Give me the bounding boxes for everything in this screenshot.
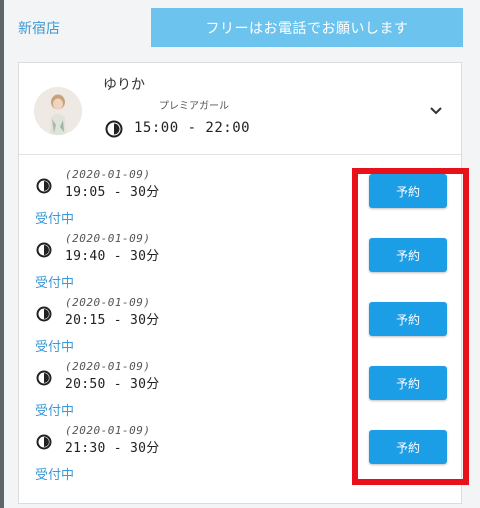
clock-icon	[36, 370, 52, 386]
reserve-button[interactable]: 予約	[369, 366, 447, 400]
reserve-button[interactable]: 予約	[369, 238, 447, 272]
slot-status: 受付中	[35, 276, 75, 291]
slot-status: 受付中	[35, 404, 75, 419]
slot-status: 受付中	[35, 340, 75, 355]
time-slot: (2020-01-09) 19:05 - 30分 受付中 予約	[19, 163, 461, 227]
clock-icon	[105, 120, 123, 138]
reserve-button[interactable]: 予約	[369, 430, 447, 464]
slot-date: (2020-01-09)	[65, 296, 151, 309]
avatar	[34, 87, 82, 135]
slot-time: 20:15 - 30分	[65, 313, 160, 328]
clock-icon	[36, 242, 52, 258]
time-slot: (2020-01-09) 21:30 - 30分 受付中 予約	[19, 419, 461, 483]
phone-notice-banner[interactable]: フリーはお電話でお願いします	[151, 8, 463, 47]
slot-date: (2020-01-09)	[65, 360, 151, 373]
store-link[interactable]: 新宿店	[18, 18, 60, 38]
profile-header[interactable]: ゆりか プレミアガール 15:00 - 22:00	[19, 63, 461, 155]
slot-status: 受付中	[35, 212, 75, 227]
slot-time: 21:30 - 30分	[65, 441, 160, 456]
slot-time: 20:50 - 30分	[65, 377, 160, 392]
therapist-name: ゆりか	[103, 77, 145, 93]
rank-label: プレミアガール	[159, 101, 229, 112]
slot-time: 19:05 - 30分	[65, 185, 160, 200]
time-slot: (2020-01-09) 20:50 - 30分 受付中 予約	[19, 355, 461, 419]
chevron-down-icon[interactable]	[429, 101, 443, 115]
reserve-button[interactable]: 予約	[369, 302, 447, 336]
shift-time: 15:00 - 22:00	[134, 120, 251, 136]
slot-date: (2020-01-09)	[65, 232, 151, 245]
slot-status: 受付中	[35, 468, 75, 483]
time-slot: (2020-01-09) 20:15 - 30分 受付中 予約	[19, 291, 461, 355]
clock-icon	[36, 178, 52, 194]
page: 新宿店 フリーはお電話でお願いします ゆりか プレミアガール 15:00 - 2…	[4, 0, 480, 508]
time-slot: (2020-01-09) 19:40 - 30分 受付中 予約	[19, 227, 461, 291]
slot-time: 19:40 - 30分	[65, 249, 160, 264]
clock-icon	[36, 306, 52, 322]
slot-date: (2020-01-09)	[65, 424, 151, 437]
therapist-card: ゆりか プレミアガール 15:00 - 22:00 (2020-01-09) 1…	[18, 62, 462, 504]
clock-icon	[36, 434, 52, 450]
reserve-button[interactable]: 予約	[369, 174, 447, 208]
slot-date: (2020-01-09)	[65, 168, 151, 181]
